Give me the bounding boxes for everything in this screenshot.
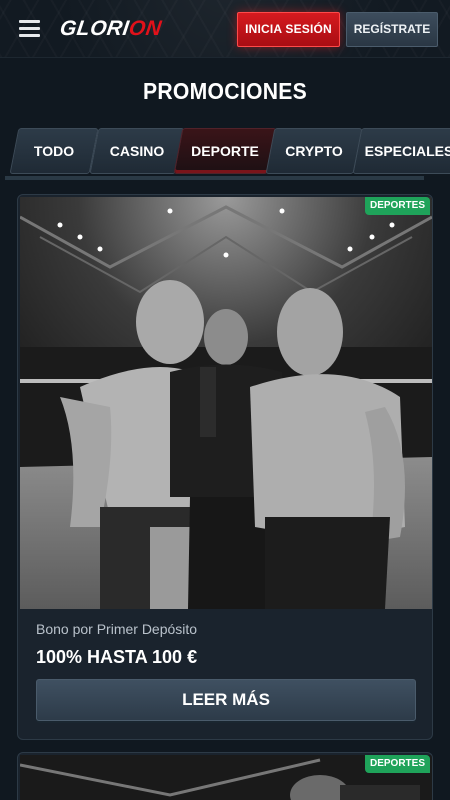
tabs-divider [5,176,424,180]
tab-deporte[interactable]: DEPORTE [178,128,272,174]
hamburger-menu-icon[interactable] [19,20,40,38]
category-badge: DEPORTES [364,755,430,773]
promo-card[interactable]: DEPORTES [17,752,433,800]
site-logo[interactable]: GLORION [58,16,163,42]
logo-accent-text: ON [127,17,164,40]
tab-especiales[interactable]: ESPECIALES [357,128,450,174]
promo-category-tabs: TODO CASINO DEPORTE CRYPTO ESPECIALES [0,128,450,174]
tab-label: TODO [33,143,75,159]
promo-title: 100% HASTA 100 € [36,647,198,667]
tab-label: CRYPTO [285,143,343,159]
promo-image [20,197,432,609]
promo-card[interactable]: DEPORTES Bono por Primer Depósito 100% H… [17,194,433,740]
tab-crypto[interactable]: CRYPTO [270,128,358,174]
promo-subtitle: Bono por Primer Depósito [36,621,198,637]
tab-label: DEPORTE [191,143,259,159]
top-header: GLORION INICIA SESIÓN REGÍSTRATE [0,0,450,58]
page-title: PROMOCIONES [142,78,308,104]
category-badge: DEPORTES [364,197,430,215]
tab-todo[interactable]: TODO [14,128,94,174]
tab-label: CASINO [109,143,165,159]
logo-text: GLORI [58,17,131,40]
login-button[interactable]: INICIA SESIÓN [237,12,340,47]
mma-fighters-photo [20,197,432,609]
register-button[interactable]: REGÍSTRATE [346,12,438,47]
tab-casino[interactable]: CASINO [94,128,180,174]
tab-label: ESPECIALES [364,143,450,159]
read-more-button[interactable]: LEER MÁS [36,679,416,721]
